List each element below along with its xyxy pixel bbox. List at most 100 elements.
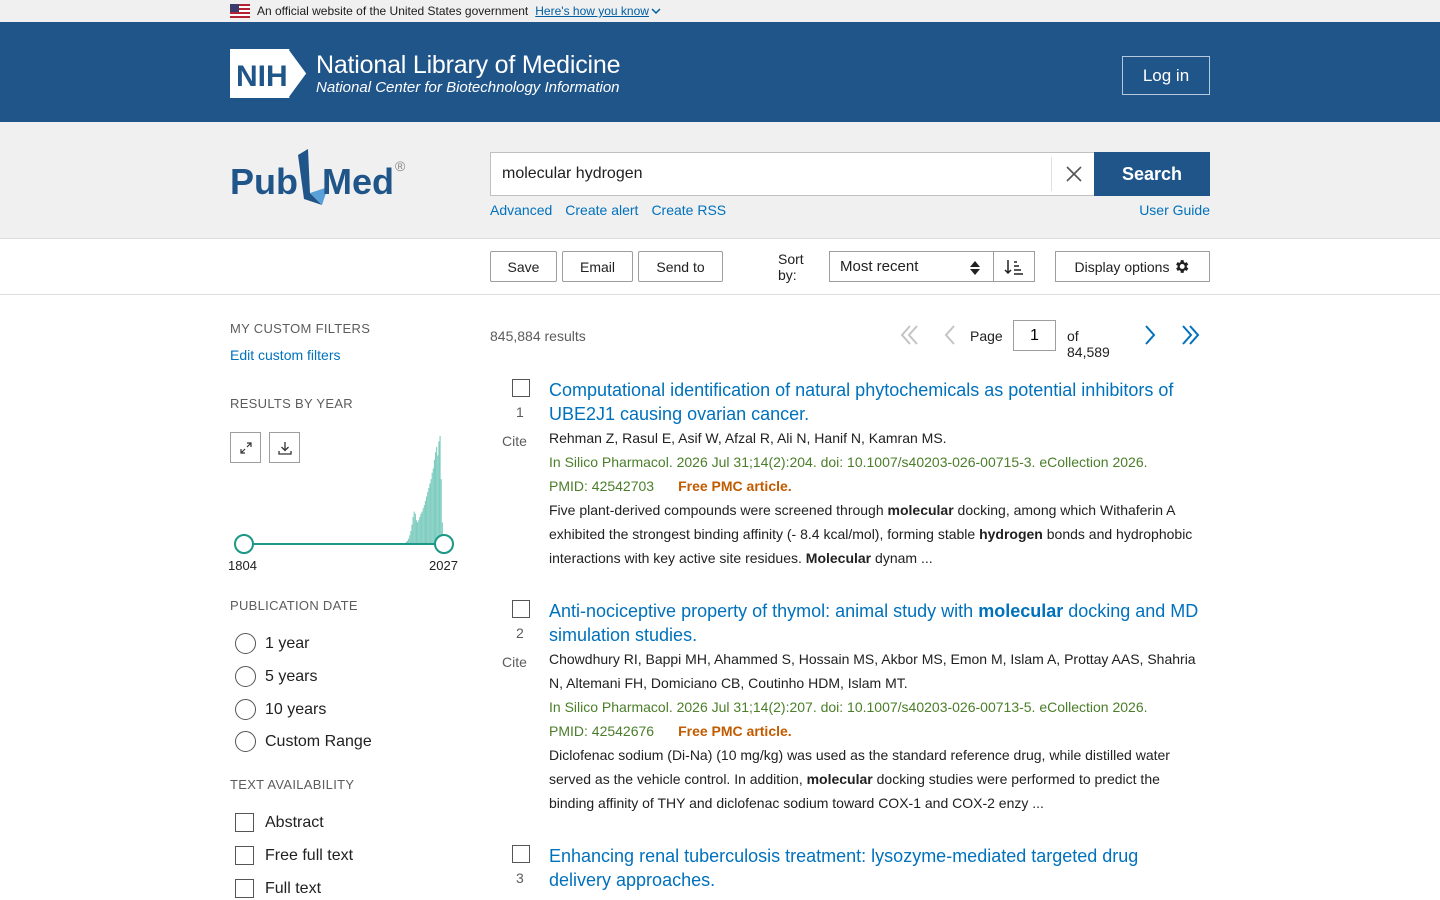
result-citation: In Silico Pharmacol. 2026 Jul 31;14(2):2… [549,699,1148,715]
sort-order-button[interactable] [993,251,1035,282]
cite-button[interactable]: Cite [502,654,527,670]
nlm-logo[interactable]: NIH National Library of Medicine Nationa… [230,49,620,98]
histogram-bar [413,511,415,544]
advanced-search-link[interactable]: Advanced [490,202,552,218]
year-slider-start-handle[interactable] [234,534,254,554]
filter-abstract[interactable]: Abstract [235,813,324,832]
first-page-icon[interactable] [896,322,922,348]
send-to-button[interactable]: Send to [638,251,723,282]
histogram-bar [419,517,421,544]
filter-full-text[interactable]: Full text [235,879,321,898]
create-rss-link[interactable]: Create RSS [651,202,726,218]
email-button[interactable]: Email [562,251,633,282]
pubmed-logo[interactable]: Pub Med ® [228,147,413,209]
result-title-link[interactable]: Computational identification of natural … [549,380,1173,424]
result-authors: Chowdhury RI, Bappi MH, Ahammed S, Hossa… [549,651,1196,691]
result-checkbox[interactable] [512,379,530,397]
display-options-label: Display options [1074,258,1170,275]
histogram-bar [428,487,430,544]
checkbox[interactable] [235,879,254,898]
filter-label: Full text [265,879,322,897]
pub-date-label: 1 year [265,634,310,652]
nih-header: NIH National Library of Medicine Nationa… [0,22,1440,122]
page-number-input[interactable] [1013,320,1056,351]
histogram-bar [437,455,439,544]
radio-button[interactable] [235,633,256,654]
gov-banner-text: An official website of the United States… [257,4,529,18]
pub-date-1-year[interactable]: 1 year [235,633,309,654]
registered-mark: ® [395,158,406,174]
checkbox[interactable] [235,813,254,832]
results-by-year-chart [234,436,454,554]
select-arrows-icon [970,261,980,275]
result-snippet: Diclofenac sodium (Di-Na) (10 mg/kg) was… [549,747,1170,811]
filter-label: Abstract [265,813,324,831]
pubmed-logo-pub: Pub [230,161,298,202]
pubmed-logo-med: Med [322,161,394,202]
search-input[interactable] [491,154,1051,194]
pub-date-5-years[interactable]: 5 years [235,666,317,687]
histogram-bar [439,436,441,544]
heres-how-you-know-label: Here's how you know [535,4,649,18]
result-pmid: PMID: 42542703 [549,478,655,494]
display-options-button[interactable]: Display options [1055,251,1210,282]
result-checkbox[interactable] [512,845,530,863]
result-snippet: Five plant-derived compounds were screen… [549,502,1193,566]
histogram-bar [409,535,411,544]
sort-select[interactable]: Most recent [829,251,994,282]
histogram-bar [429,483,431,544]
action-bar: Save Email Send to Sort by: Most recent … [0,239,1440,295]
next-page-icon[interactable] [1140,322,1160,348]
result-number: 3 [516,870,524,886]
result-title-link[interactable]: Enhancing renal tuberculosis treatment: … [549,846,1138,890]
histogram-bar [417,522,419,544]
heres-how-you-know-link[interactable]: Here's how you know [535,4,661,18]
histogram-bar [422,508,424,544]
us-flag-icon [230,4,250,18]
radio-button[interactable] [235,731,256,752]
save-button[interactable]: Save [490,251,557,282]
cite-button[interactable]: Cite [502,433,527,449]
histogram-bar [418,520,420,544]
previous-page-icon[interactable] [940,322,960,348]
result-authors: Rehman Z, Rasul E, Asif W, Afzal R, Ali … [549,430,947,446]
publication-date-heading: PUBLICATION DATE [230,598,358,613]
histogram-bar [432,468,434,544]
close-icon [1065,166,1082,182]
last-page-icon[interactable] [1178,322,1204,348]
nlm-title: National Library of Medicine [316,50,621,79]
year-slider-end-handle[interactable] [434,534,454,554]
sort-by-label: Sort by: [778,251,818,283]
result-item: 2 Cite Anti-nociceptive property of thym… [490,599,1210,819]
clear-search-button[interactable] [1051,157,1095,191]
year-start-label: 1804 [228,558,257,573]
result-checkbox[interactable] [512,600,530,618]
sort-descending-icon [1004,259,1023,275]
result-number: 1 [516,404,524,420]
user-guide-link[interactable]: User Guide [1139,202,1210,218]
page-label: Page [970,328,1003,344]
histogram-bar [438,441,440,544]
free-pmc-badge: Free PMC article. [678,478,792,494]
nih-badge-text: NIH [236,60,288,93]
search-button[interactable]: Search [1094,152,1210,196]
histogram-bar [415,520,418,544]
result-title-link[interactable]: Anti-nociceptive property of thymol: ani… [549,601,1198,645]
histogram-bar [433,459,436,544]
pub-date-custom-range[interactable]: Custom Range [235,731,372,752]
radio-button[interactable] [235,666,256,687]
free-pmc-badge: Free PMC article. [678,723,792,739]
year-end-label: 2027 [429,558,458,573]
checkbox[interactable] [235,846,254,865]
histogram-bar [421,511,423,544]
histogram-bar [411,524,413,544]
login-button[interactable]: Log in [1122,56,1210,95]
radio-button[interactable] [235,699,256,720]
histogram-bar [420,513,422,544]
histogram-bar [414,513,416,544]
histogram-bar [431,472,433,544]
histogram-bar [424,500,427,544]
create-alert-link[interactable]: Create alert [565,202,638,218]
filter-free-full-text[interactable]: Free full text [235,846,353,865]
pub-date-10-years[interactable]: 10 years [235,699,326,720]
